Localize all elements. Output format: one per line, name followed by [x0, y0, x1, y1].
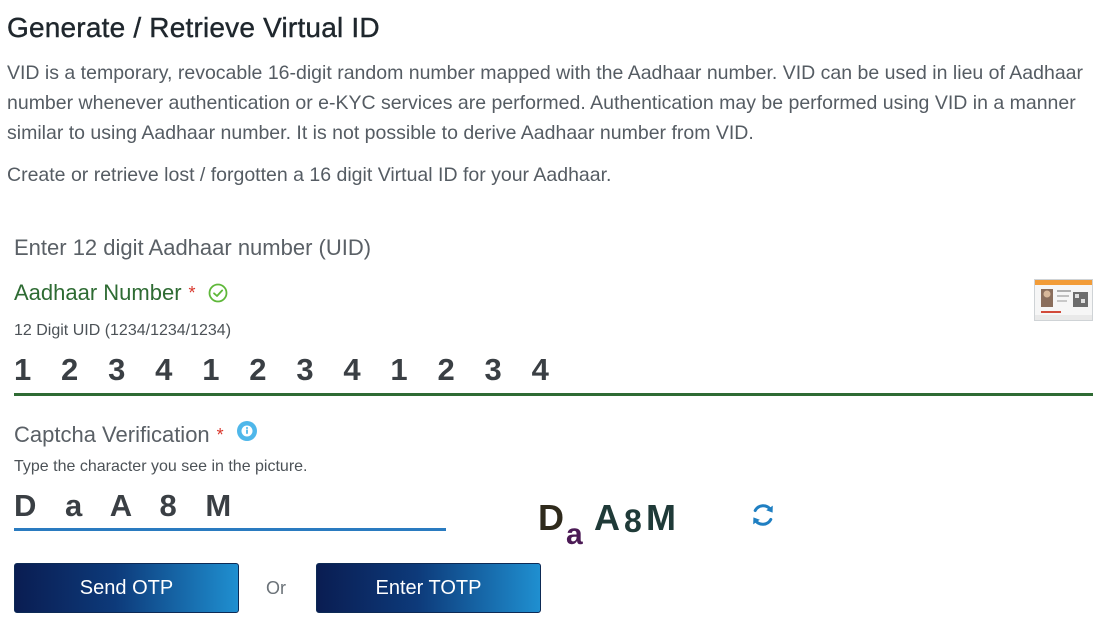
send-otp-button[interactable]: Send OTP — [14, 563, 239, 613]
aadhaar-field-label: Aadhaar Number * — [14, 280, 228, 306]
svg-text:8: 8 — [624, 503, 642, 539]
aadhaar-input-underline — [14, 393, 1093, 396]
section-label: Enter 12 digit Aadhaar number (UID) — [14, 235, 372, 260]
aadhaar-number-input[interactable]: 1 2 3 4 1 2 3 4 1 2 3 4 — [14, 352, 559, 388]
or-separator: Or — [266, 578, 286, 598]
captcha-image: D a A 8 M — [536, 494, 702, 551]
captcha-field-label: Captcha Verification * — [14, 420, 258, 448]
enter-totp-button[interactable]: Enter TOTP — [316, 563, 541, 613]
refresh-icon[interactable] — [748, 500, 778, 530]
vid-description: VID is a temporary, revocable 16-digit r… — [7, 62, 1084, 144]
required-mark: * — [216, 424, 224, 445]
svg-text:a: a — [566, 518, 583, 550]
required-mark: * — [188, 282, 196, 303]
captcha-input-underline — [14, 528, 446, 531]
info-icon[interactable] — [236, 420, 258, 442]
captcha-hint: Type the character you see in the pictur… — [14, 458, 308, 475]
check-circle-icon — [208, 283, 228, 303]
aadhaar-hint: 12 Digit UID (1234/1234/1234) — [14, 322, 232, 339]
svg-text:M: M — [646, 497, 676, 538]
aadhaar-label-text: Aadhaar Number — [14, 280, 182, 305]
svg-text:D: D — [538, 497, 564, 538]
page-title: Generate / Retrieve Virtual ID — [7, 12, 380, 43]
captcha-label-text: Captcha Verification — [14, 422, 210, 447]
captcha-input[interactable]: D a A 8 M — [14, 488, 241, 524]
aadhaar-card-icon[interactable] — [1034, 279, 1093, 321]
vid-subtext: Create or retrieve lost / forgotten a 16… — [7, 164, 612, 186]
svg-text:A: A — [594, 497, 620, 538]
